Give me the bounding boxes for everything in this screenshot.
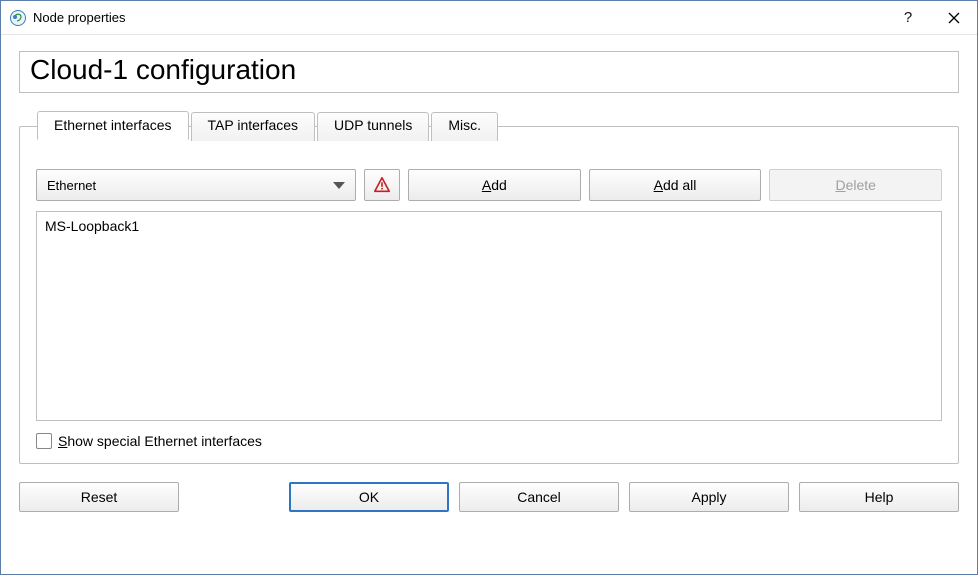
- apply-button[interactable]: Apply: [629, 482, 789, 512]
- titlebar-help-button[interactable]: ?: [885, 1, 931, 35]
- tab-misc[interactable]: Misc.: [431, 112, 498, 141]
- show-special-checkbox[interactable]: [36, 433, 52, 449]
- cancel-button[interactable]: Cancel: [459, 482, 619, 512]
- footer-buttons: Reset OK Cancel Apply Help: [19, 482, 959, 512]
- help-button[interactable]: Help: [799, 482, 959, 512]
- reset-button[interactable]: Reset: [19, 482, 179, 512]
- ok-button[interactable]: OK: [289, 482, 449, 512]
- add-button-label-rest: dd: [491, 177, 507, 193]
- app-icon: [9, 9, 27, 27]
- header-box: Cloud-1 configuration: [19, 51, 959, 93]
- tab-tap-interfaces[interactable]: TAP interfaces: [191, 112, 316, 141]
- add-button-mnemonic: A: [482, 177, 491, 193]
- delete-button-label-rest: elete: [846, 177, 876, 193]
- warning-button[interactable]: [364, 169, 400, 201]
- window-title: Node properties: [33, 10, 126, 25]
- interfaces-listbox[interactable]: MS-Loopback1: [36, 211, 942, 421]
- toolbar-row: Ethernet Add Add all Delet: [36, 169, 942, 201]
- delete-button-mnemonic: D: [835, 177, 845, 193]
- delete-button: Delete: [769, 169, 942, 201]
- titlebar: Node properties ?: [1, 1, 977, 35]
- interface-combo[interactable]: Ethernet: [36, 169, 356, 201]
- titlebar-close-button[interactable]: [931, 1, 977, 35]
- add-button[interactable]: Add: [408, 169, 581, 201]
- tab-udp-tunnels[interactable]: UDP tunnels: [317, 112, 429, 141]
- tab-ethernet-interfaces[interactable]: Ethernet interfaces: [37, 111, 189, 140]
- dialog-body: Cloud-1 configuration Ethernet interface…: [1, 35, 977, 526]
- add-all-button-label-rest: dd all: [663, 177, 696, 193]
- page-title: Cloud-1 configuration: [30, 54, 948, 86]
- chevron-down-icon: [333, 182, 345, 189]
- add-all-button-mnemonic: A: [654, 177, 663, 193]
- add-all-button[interactable]: Add all: [589, 169, 762, 201]
- warning-triangle-icon: [373, 176, 391, 194]
- show-special-label: Show special Ethernet interfaces: [58, 433, 262, 449]
- tab-panel: Ethernet Add Add all Delet: [19, 126, 959, 464]
- tab-strip: Ethernet interfaces TAP interfaces UDP t…: [37, 111, 500, 140]
- interface-combo-value: Ethernet: [47, 178, 96, 193]
- tab-container: Ethernet interfaces TAP interfaces UDP t…: [19, 111, 959, 464]
- list-item[interactable]: MS-Loopback1: [43, 216, 935, 236]
- show-special-row: Show special Ethernet interfaces: [36, 433, 942, 449]
